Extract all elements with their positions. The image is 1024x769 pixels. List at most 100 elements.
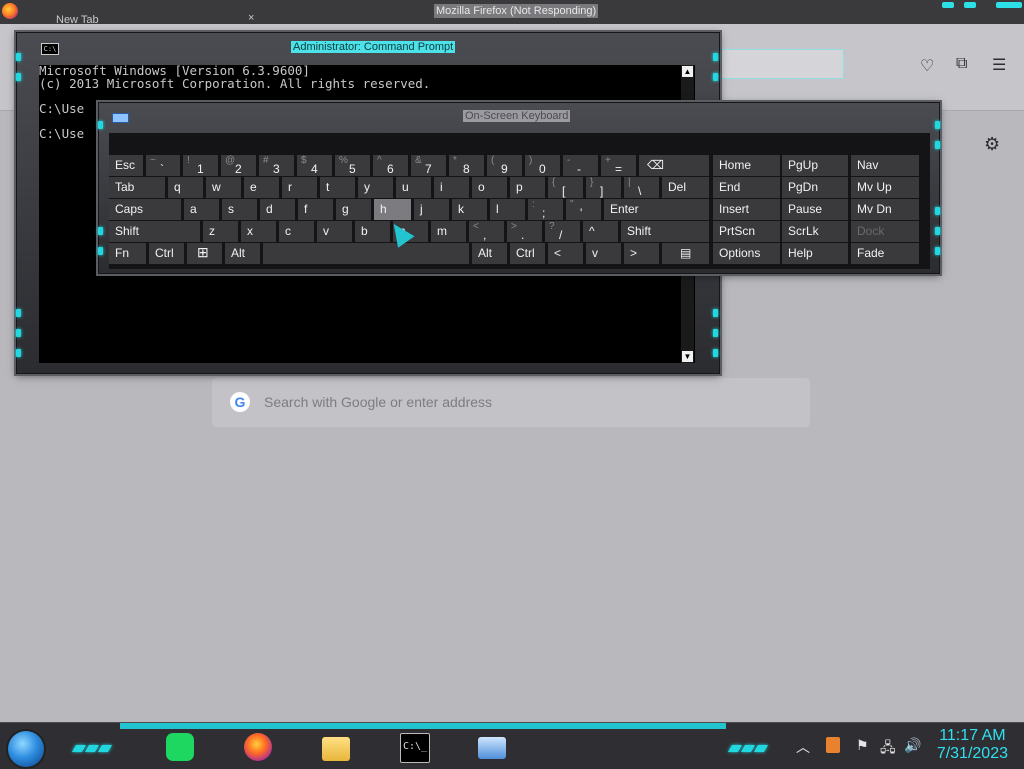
- key-t[interactable]: t: [320, 177, 355, 198]
- action-center-flag-icon[interactable]: ⚑: [856, 737, 869, 754]
- key-tilde[interactable]: ~ `: [146, 155, 180, 176]
- start-button[interactable]: [8, 731, 44, 767]
- key-9[interactable]: (9: [487, 155, 522, 176]
- minimize-button[interactable]: [942, 2, 954, 8]
- cmd-system-icon[interactable]: C:\: [41, 43, 59, 55]
- key-period[interactable]: >.: [507, 221, 542, 242]
- key-arrow-left[interactable]: <: [548, 243, 583, 264]
- key-space[interactable]: [263, 243, 469, 264]
- key-alt-left[interactable]: Alt: [225, 243, 260, 264]
- key-shift-left[interactable]: Shift: [109, 221, 200, 242]
- taskbar-app-command-prompt[interactable]: C:\_: [376, 729, 450, 765]
- key-right-bracket[interactable]: }]: [586, 177, 621, 198]
- key-arrow-down[interactable]: v: [586, 243, 621, 264]
- key-l[interactable]: l: [490, 199, 525, 220]
- volume-icon[interactable]: 🔊: [904, 737, 921, 754]
- network-icon[interactable]: 🖧: [880, 737, 896, 761]
- key-m[interactable]: m: [431, 221, 466, 242]
- key-dock[interactable]: Dock: [851, 221, 919, 242]
- maximize-button[interactable]: [964, 2, 976, 8]
- key-0[interactable]: ) 0: [525, 155, 560, 176]
- key-enter[interactable]: Enter: [604, 199, 709, 220]
- key-y[interactable]: y: [358, 177, 393, 198]
- url-bar[interactable]: [700, 49, 844, 79]
- key-h[interactable]: h: [374, 199, 411, 220]
- key-menu[interactable]: ▤: [662, 243, 709, 264]
- key-e[interactable]: e: [244, 177, 279, 198]
- key-nav[interactable]: Nav: [851, 155, 919, 176]
- key-2[interactable]: @2: [221, 155, 256, 176]
- key-7[interactable]: & 7: [411, 155, 446, 176]
- key-o[interactable]: o: [472, 177, 507, 198]
- key-home[interactable]: Home: [713, 155, 780, 176]
- key-1[interactable]: ! 1: [183, 155, 218, 176]
- key-u[interactable]: u: [396, 177, 431, 198]
- key-d[interactable]: d: [260, 199, 295, 220]
- key-slash[interactable]: ? /: [545, 221, 580, 242]
- window-controls[interactable]: [924, 0, 1024, 12]
- show-hidden-icons-icon[interactable]: ︿: [796, 737, 810, 757]
- key-v[interactable]: v: [317, 221, 352, 242]
- key-a[interactable]: a: [184, 199, 219, 220]
- key-j[interactable]: j: [414, 199, 449, 220]
- key-mv-dn[interactable]: Mv Dn: [851, 199, 919, 220]
- key-i[interactable]: i: [434, 177, 469, 198]
- taskbar-app-on-screen-keyboard[interactable]: [454, 729, 528, 765]
- key-8[interactable]: * 8: [449, 155, 484, 176]
- key-g[interactable]: g: [336, 199, 371, 220]
- key-comma[interactable]: <,: [469, 221, 504, 242]
- key-3[interactable]: #3: [259, 155, 294, 176]
- key-scrlk[interactable]: ScrLk: [782, 221, 848, 242]
- tray-app-icon[interactable]: [826, 737, 840, 753]
- key-p[interactable]: p: [510, 177, 545, 198]
- key-quote[interactable]: " ': [566, 199, 601, 220]
- key-arrow-right[interactable]: >: [624, 243, 659, 264]
- key-q[interactable]: q: [168, 177, 203, 198]
- key-fade[interactable]: Fade: [851, 243, 919, 264]
- key-help[interactable]: Help: [782, 243, 848, 264]
- key-minus[interactable]: --: [563, 155, 598, 176]
- key-backslash[interactable]: | \: [624, 177, 659, 198]
- key-s[interactable]: s: [222, 199, 257, 220]
- key-fn[interactable]: Fn: [109, 243, 146, 264]
- key-end[interactable]: End: [713, 177, 780, 198]
- tab-close-icon[interactable]: ×: [248, 12, 254, 24]
- scroll-down-button[interactable]: ▼: [682, 351, 693, 362]
- key-k[interactable]: k: [452, 199, 487, 220]
- key-x[interactable]: x: [241, 221, 276, 242]
- key-4[interactable]: $4: [297, 155, 332, 176]
- key-c[interactable]: c: [279, 221, 314, 242]
- key-arrow-up[interactable]: ^: [583, 221, 618, 242]
- on-screen-keyboard-window[interactable]: On-Screen Keyboard Esc ~ ` ! 1 @2 #3 $4 % 5…: [98, 102, 940, 274]
- pocket-icon[interactable]: ♡: [920, 56, 934, 76]
- key-caps[interactable]: Caps: [109, 199, 181, 220]
- key-esc[interactable]: Esc: [109, 155, 143, 176]
- key-5[interactable]: % 5: [335, 155, 370, 176]
- key-left-bracket[interactable]: {[: [548, 177, 583, 198]
- key-options[interactable]: Options: [713, 243, 780, 264]
- key-mv-up[interactable]: Mv Up: [851, 177, 919, 198]
- key-windows[interactable]: ⊞: [187, 243, 222, 264]
- scroll-up-button[interactable]: ▲: [682, 66, 693, 77]
- key-ctrl-right[interactable]: Ctrl: [510, 243, 545, 264]
- settings-gear-icon[interactable]: ⚙: [984, 134, 1000, 155]
- key-w[interactable]: w: [206, 177, 241, 198]
- key-prtscn[interactable]: PrtScn: [713, 221, 780, 242]
- taskbar-app-file-explorer[interactable]: [298, 729, 372, 765]
- close-button[interactable]: [996, 2, 1022, 8]
- key-pgdn[interactable]: PgDn: [782, 177, 848, 198]
- taskbar-clock[interactable]: 11:17 AM 7/31/2023: [937, 727, 1008, 763]
- key-tab[interactable]: Tab: [109, 177, 165, 198]
- key-backspace[interactable]: ⌫: [639, 155, 709, 176]
- key-ctrl-left[interactable]: Ctrl: [149, 243, 184, 264]
- key-shift-right[interactable]: Shift: [621, 221, 709, 242]
- google-search-box[interactable]: G Search with Google or enter address: [212, 378, 810, 427]
- key-6[interactable]: ^ 6: [373, 155, 408, 176]
- key-insert[interactable]: Insert: [713, 199, 780, 220]
- menu-icon[interactable]: ☰: [992, 55, 1006, 75]
- key-del[interactable]: Del: [662, 177, 709, 198]
- key-pgup[interactable]: PgUp: [782, 155, 848, 176]
- taskbar-app-spotify[interactable]: [142, 729, 216, 765]
- key-z[interactable]: z: [203, 221, 238, 242]
- key-r[interactable]: r: [282, 177, 317, 198]
